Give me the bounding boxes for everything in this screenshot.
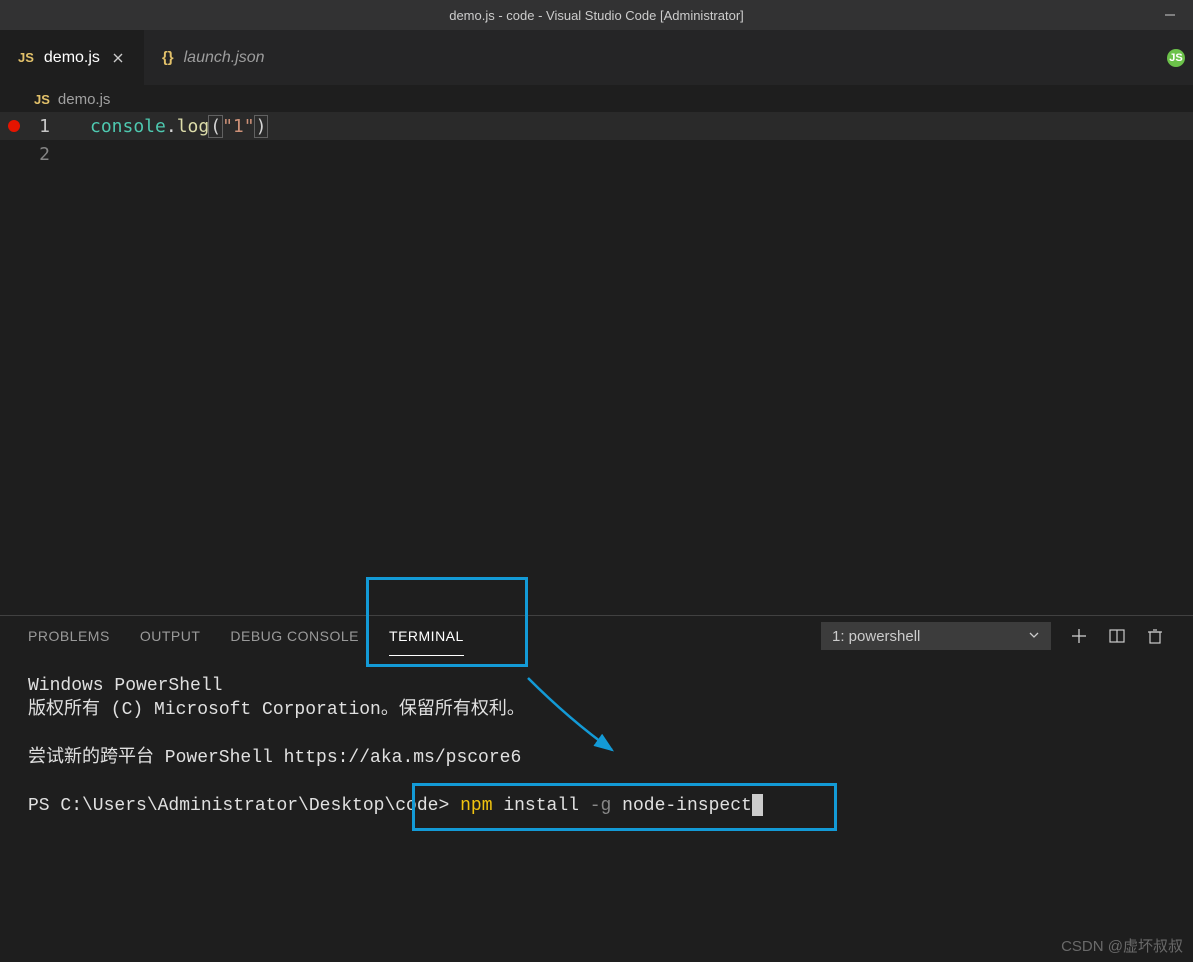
panel-tab-debug-console[interactable]: DEBUG CONSOLE [230, 616, 359, 656]
code-line-1[interactable]: 1 console.log("1") [0, 112, 1193, 140]
window-controls [1147, 0, 1193, 30]
window-titlebar: demo.js - code - Visual Studio Code [Adm… [0, 0, 1193, 30]
panel-tab-problems[interactable]: PROBLEMS [28, 616, 110, 656]
code-content[interactable]: console.log("1") [64, 115, 1193, 138]
watermark: CSDN @虚坏叔叔 [1061, 935, 1183, 956]
panel-tab-terminal[interactable]: TERMINAL [389, 616, 464, 656]
breadcrumb[interactable]: JS demo.js [0, 86, 1193, 112]
nodejs-icon[interactable]: JS [1167, 49, 1185, 67]
tab-label: launch.json [184, 49, 265, 67]
editor-tabs: JS demo.js {} launch.json JS [0, 30, 1193, 86]
window-title: demo.js - code - Visual Studio Code [Adm… [449, 8, 744, 23]
token-log: log [177, 116, 210, 137]
token-console: console [90, 116, 166, 137]
breakpoint-dot-icon[interactable] [8, 120, 20, 132]
window-minimize-button[interactable] [1147, 0, 1193, 30]
panel-controls: 1: powershell [821, 622, 1165, 650]
tabs-actions: JS [1167, 49, 1193, 67]
token-string: "1" [222, 116, 255, 137]
terminal-cursor [752, 794, 763, 816]
bottom-panel: PROBLEMS OUTPUT DEBUG CONSOLE TERMINAL 1… [0, 615, 1193, 962]
breakpoint-gutter[interactable] [0, 120, 28, 132]
panel-tabs: PROBLEMS OUTPUT DEBUG CONSOLE TERMINAL 1… [0, 616, 1193, 656]
tab-label: demo.js [44, 49, 100, 67]
terminal-body[interactable]: Windows PowerShell 版权所有 (C) Microsoft Co… [0, 656, 1193, 962]
json-file-icon: {} [162, 49, 174, 66]
chevron-down-icon [1028, 628, 1040, 645]
token-lparen: ( [208, 115, 223, 138]
terminal-line: 版权所有 (C) Microsoft Corporation。保留所有权利。 [28, 700, 525, 720]
new-terminal-button[interactable] [1069, 626, 1089, 646]
kill-terminal-button[interactable] [1145, 626, 1165, 646]
line-number: 2 [28, 144, 64, 165]
terminal-line: 尝试新的跨平台 PowerShell https://aka.ms/pscore… [28, 748, 521, 768]
split-terminal-button[interactable] [1107, 626, 1127, 646]
tab-demo-js[interactable]: JS demo.js [0, 30, 144, 86]
js-file-icon: JS [18, 50, 34, 65]
terminal-line: Windows PowerShell [28, 676, 222, 696]
token-rparen: ) [254, 115, 269, 138]
terminal-prompt: PS C:\Users\Administrator\Desktop\code> [28, 796, 449, 816]
line-number: 1 [28, 116, 64, 137]
breadcrumb-file: demo.js [58, 91, 111, 108]
terminal-cmd-pkg: node-inspect [622, 796, 752, 816]
token-dot: . [166, 116, 177, 137]
terminal-cmd-npm: npm [460, 796, 492, 816]
js-file-icon: JS [34, 92, 50, 107]
tab-launch-json[interactable]: {} launch.json [144, 30, 283, 86]
code-line-2[interactable]: 2 [0, 140, 1193, 168]
close-icon[interactable] [110, 50, 126, 66]
terminal-selector-label: 1: powershell [832, 628, 920, 645]
terminal-selector[interactable]: 1: powershell [821, 622, 1051, 650]
terminal-cmd-flag: -g [590, 796, 612, 816]
code-editor[interactable]: 1 console.log("1") 2 [0, 112, 1193, 168]
terminal-cmd-install: install [503, 796, 579, 816]
panel-tab-output[interactable]: OUTPUT [140, 616, 201, 656]
